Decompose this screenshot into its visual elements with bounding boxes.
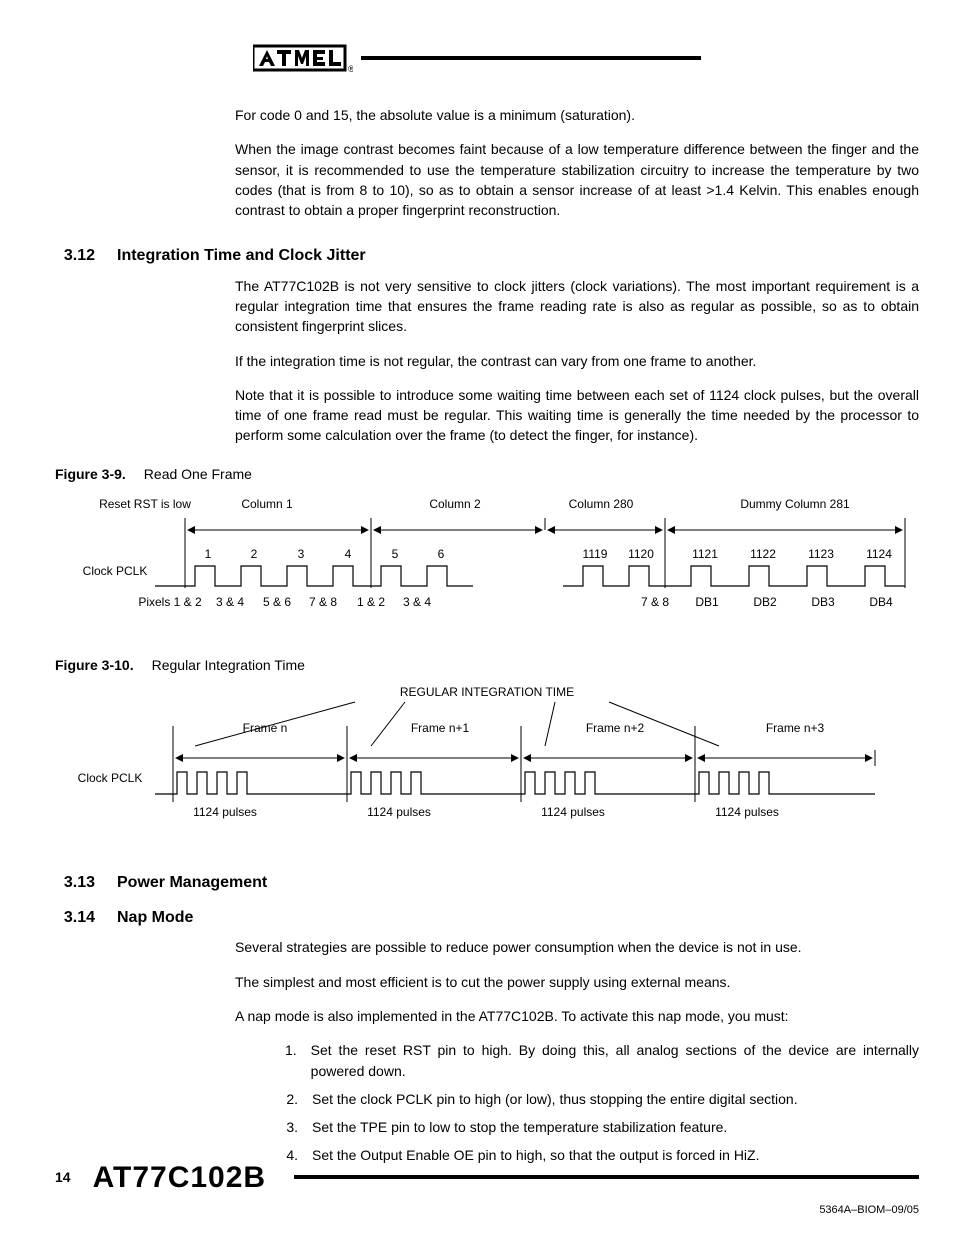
paragraph: When the image contrast becomes faint be…	[235, 139, 919, 220]
doc-code: 5364A–BIOM–09/05	[819, 1203, 919, 1219]
svg-text:Dummy Column 281: Dummy Column 281	[740, 497, 850, 511]
svg-text:DB4: DB4	[869, 595, 893, 609]
list-item: 2.Set the clock PCLK pin to high (or low…	[280, 1089, 919, 1109]
paragraph: Several strategies are possible to reduc…	[235, 937, 919, 957]
header-rule	[361, 56, 701, 60]
logo: ®	[253, 40, 353, 76]
paragraph: The AT77C102B is not very sensitive to c…	[235, 276, 919, 337]
svg-text:DB3: DB3	[811, 595, 835, 609]
svg-text:Frame n: Frame n	[243, 721, 288, 735]
section-number: 3.13	[55, 871, 95, 894]
svg-text:3 & 4: 3 & 4	[216, 595, 244, 609]
svg-text:Frame n+1: Frame n+1	[411, 721, 470, 735]
svg-text:DB2: DB2	[753, 595, 777, 609]
list-item: 3.Set the TPE pin to low to stop the tem…	[280, 1117, 919, 1137]
svg-text:Frame n+3: Frame n+3	[766, 721, 825, 735]
figure-number: Figure 3-10.	[55, 655, 134, 675]
paragraph: The simplest and most efficient is to cu…	[235, 972, 919, 992]
section-number: 3.14	[55, 906, 95, 929]
svg-text:2: 2	[251, 547, 258, 561]
atmel-logo-icon: ®	[253, 40, 353, 76]
paragraph: Note that it is possible to introduce so…	[235, 385, 919, 446]
paragraph: If the integration time is not regular, …	[235, 351, 919, 371]
svg-text:7 & 8: 7 & 8	[641, 595, 669, 609]
paragraph: For code 0 and 15, the absolute value is…	[235, 105, 919, 125]
svg-text:1122: 1122	[750, 547, 776, 561]
figure-3-10: REGULAR INTEGRATION TIME Frame n Frame n…	[55, 682, 919, 847]
section-title: Integration Time and Clock Jitter	[117, 244, 366, 267]
svg-text:3 & 4: 3 & 4	[403, 595, 431, 609]
svg-text:DB1: DB1	[695, 595, 719, 609]
figure-caption: Figure 3-10. Regular Integration Time	[55, 655, 919, 675]
page-footer: 14 AT77C102B 5364A–BIOM–09/05	[55, 1156, 919, 1200]
svg-text:1124 pulses: 1124 pulses	[541, 805, 605, 819]
svg-text:1119: 1119	[583, 547, 608, 561]
svg-text:Clock PCLK: Clock PCLK	[78, 771, 143, 785]
page-header: ®	[0, 40, 954, 76]
svg-text:1124 pulses: 1124 pulses	[715, 805, 779, 819]
svg-text:Column 1: Column 1	[241, 497, 293, 511]
svg-text:Clock PCLK: Clock PCLK	[83, 564, 148, 578]
section-number: 3.12	[55, 244, 95, 267]
section-title: Power Management	[117, 871, 267, 894]
svg-text:1120: 1120	[628, 547, 654, 561]
section-heading: 3.13 Power Management	[55, 871, 919, 894]
svg-text:Frame n+2: Frame n+2	[586, 721, 645, 735]
list-item: 1.Set the reset RST pin to high. By doin…	[280, 1040, 919, 1081]
ordered-list: 1.Set the reset RST pin to high. By doin…	[280, 1040, 919, 1165]
svg-text:®: ®	[348, 64, 353, 74]
svg-text:1124 pulses: 1124 pulses	[367, 805, 431, 819]
svg-text:Pixels 1 & 2: Pixels 1 & 2	[138, 595, 202, 609]
svg-text:REGULAR INTEGRATION TIME: REGULAR INTEGRATION TIME	[400, 685, 574, 699]
svg-text:4: 4	[345, 547, 352, 561]
figure-caption: Figure 3-9. Read One Frame	[55, 464, 919, 484]
svg-text:5: 5	[392, 547, 399, 561]
svg-text:1: 1	[205, 547, 212, 561]
svg-text:5 & 6: 5 & 6	[263, 595, 291, 609]
svg-text:1123: 1123	[808, 547, 834, 561]
section-heading: 3.14 Nap Mode	[55, 906, 919, 929]
svg-text:1124 pulses: 1124 pulses	[193, 805, 257, 819]
reset-label: Reset RST is low	[99, 497, 191, 511]
section-title: Nap Mode	[117, 906, 193, 929]
svg-text:Column 280: Column 280	[569, 497, 634, 511]
paragraph: A nap mode is also implemented in the AT…	[235, 1006, 919, 1026]
svg-text:1121: 1121	[692, 547, 718, 561]
svg-text:6: 6	[438, 547, 445, 561]
page-number: 14	[55, 1167, 71, 1187]
svg-text:1 & 2: 1 & 2	[357, 595, 385, 609]
svg-text:Column 2: Column 2	[429, 497, 481, 511]
figure-title: Regular Integration Time	[152, 655, 305, 675]
figure-title: Read One Frame	[144, 464, 252, 484]
figure-3-9: Reset RST is low Column 1 Column 2 Colum…	[55, 490, 919, 633]
figure-number: Figure 3-9.	[55, 464, 126, 484]
svg-text:3: 3	[298, 547, 305, 561]
section-heading: 3.12 Integration Time and Clock Jitter	[55, 244, 919, 267]
doc-title: AT77C102B	[93, 1156, 267, 1200]
svg-text:1124: 1124	[866, 547, 892, 561]
footer-rule	[294, 1175, 919, 1179]
svg-text:7 & 8: 7 & 8	[309, 595, 337, 609]
